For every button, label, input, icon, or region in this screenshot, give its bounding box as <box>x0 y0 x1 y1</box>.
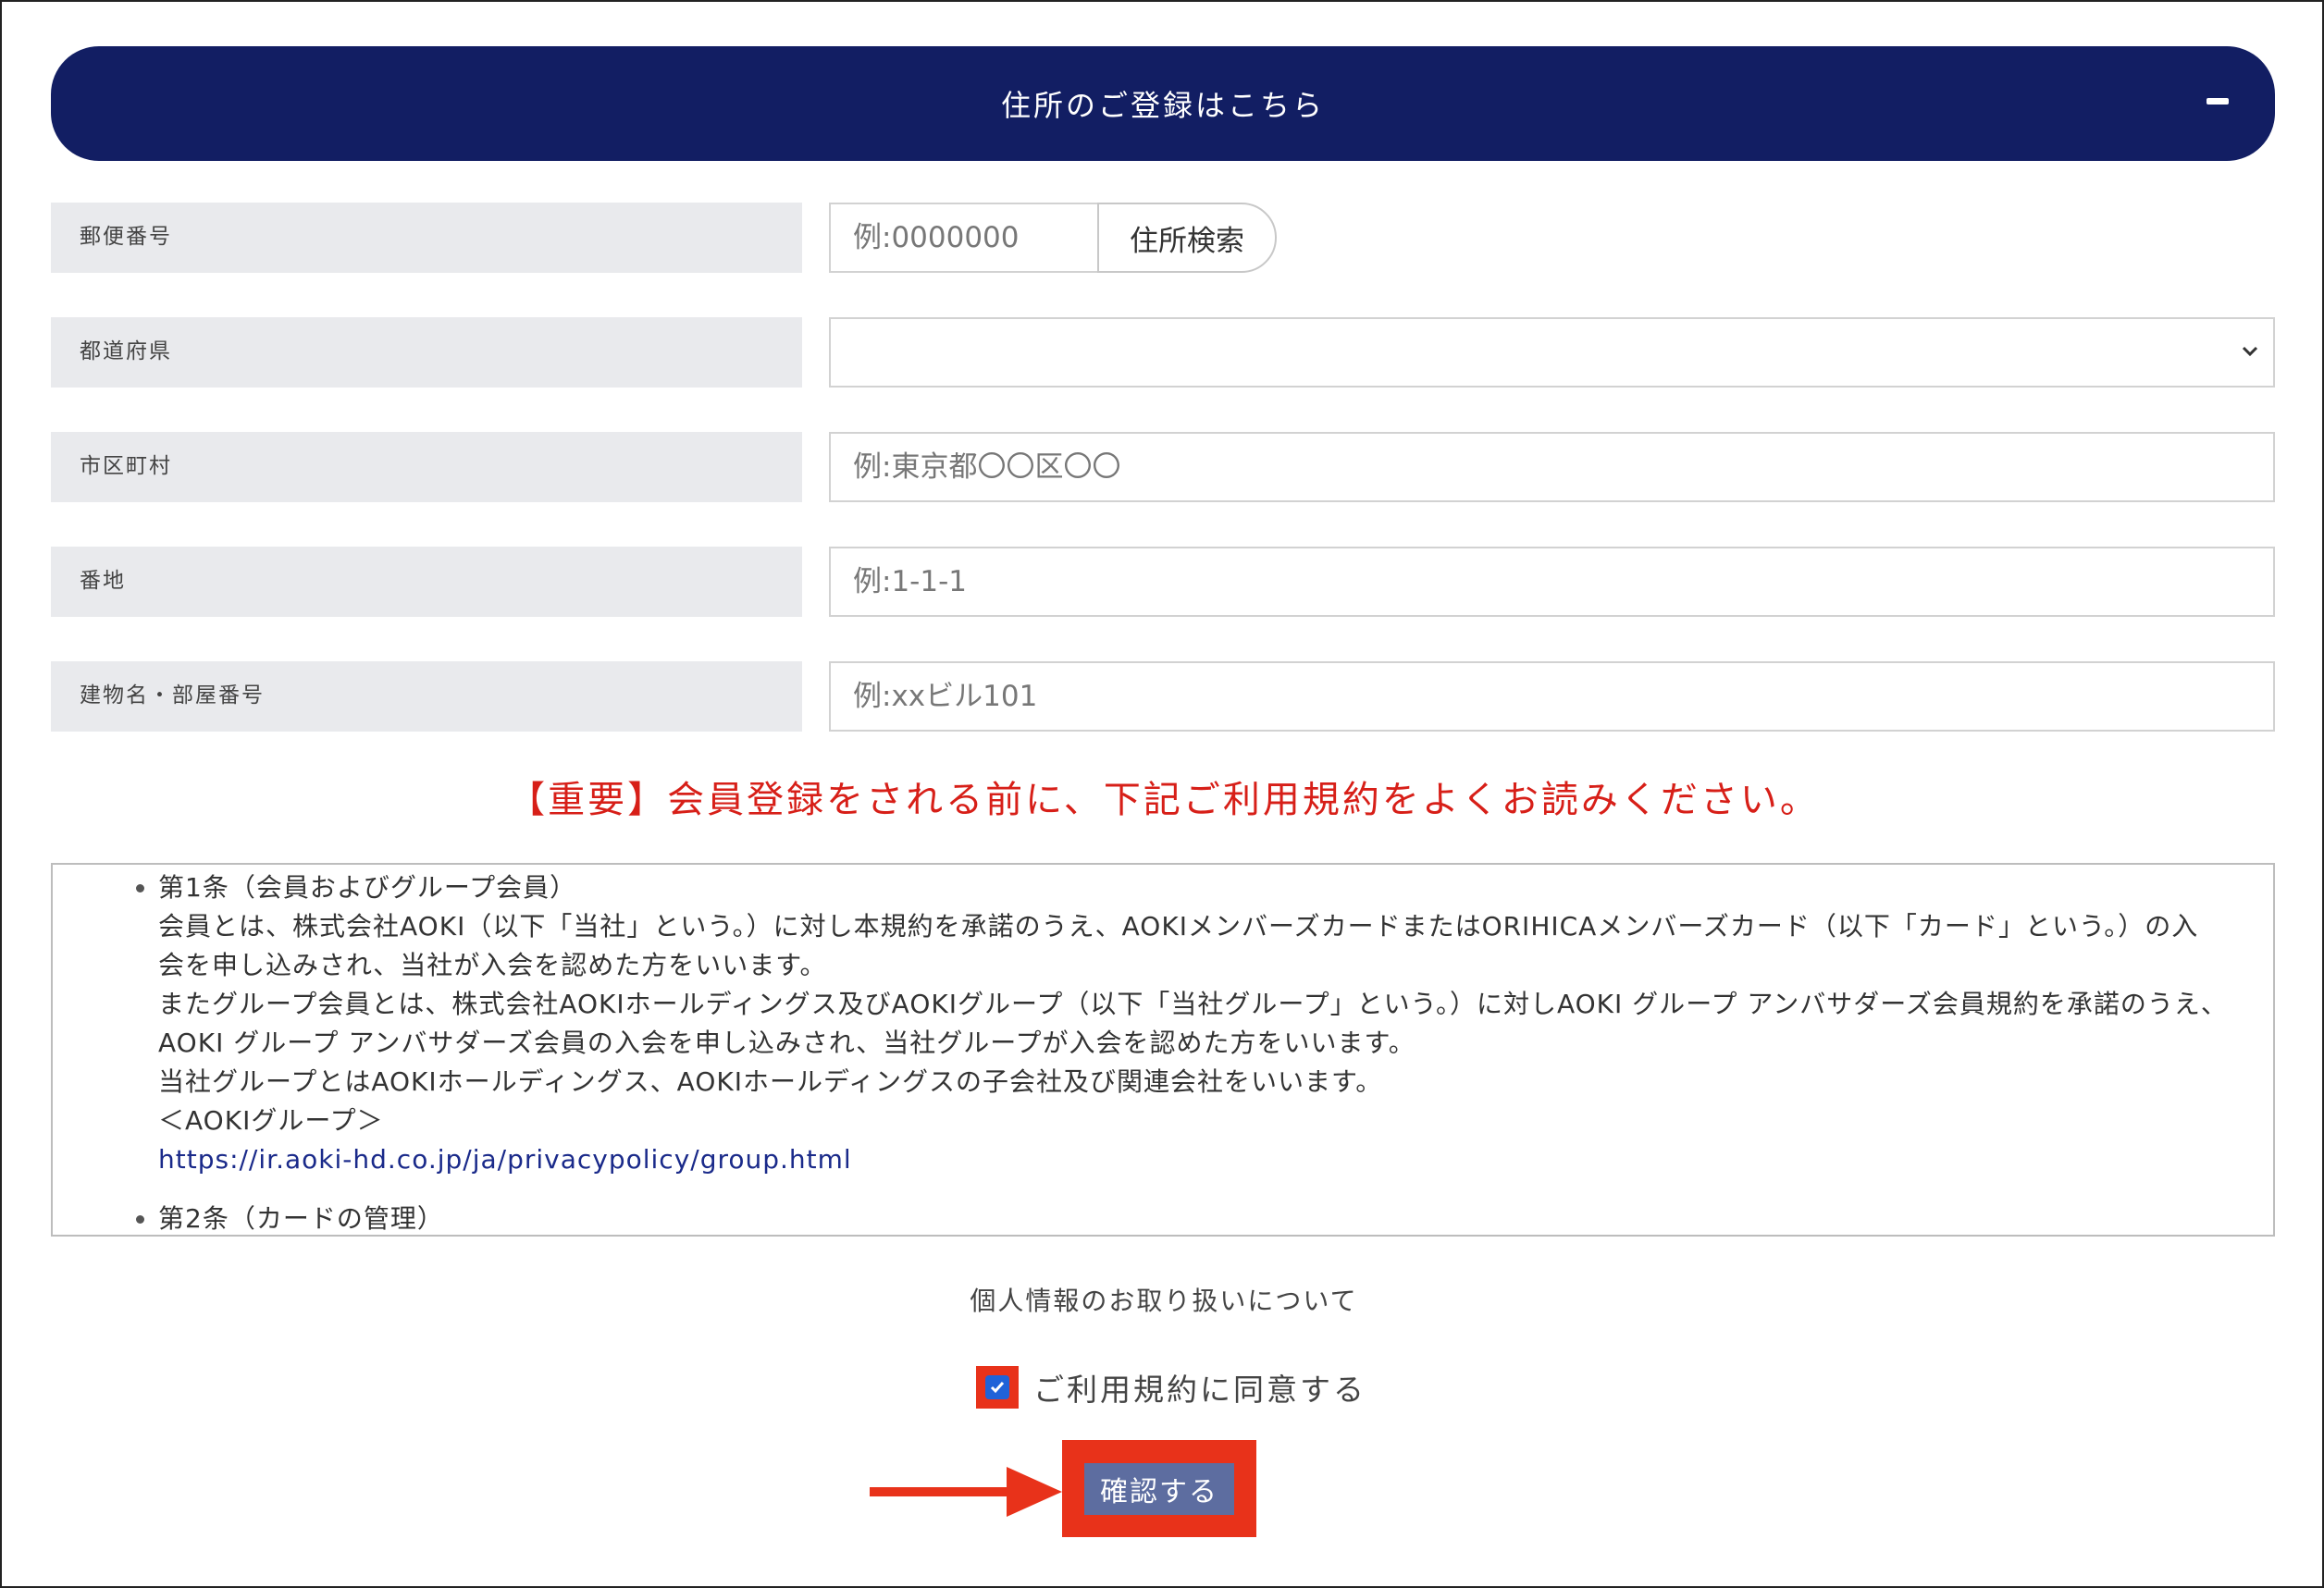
prefecture-row: 都道府県 <box>51 317 2275 389</box>
article-text: AOKI グループ アンバサダーズ会員の入会を申し込みされ、当社グループが入会を… <box>158 1028 1415 1058</box>
confirm-button[interactable]: 確認する <box>1084 1462 1234 1515</box>
city-row: 市区町村 <box>51 432 2275 504</box>
article-text: またグループ会員とは、株式会社AOKIホールディングス及びAOKIグループ（以下… <box>158 989 2228 1019</box>
terms-scroll-box[interactable]: 第1条（会員およびグループ会員） 会員とは、株式会社AOKI（以下「当社」という… <box>51 863 2275 1237</box>
article-text: 当社グループとはAOKIホールディングス、AOKIホールディングスの子会社及び関… <box>158 1066 1383 1097</box>
agree-checkbox-highlight[interactable] <box>976 1366 1019 1409</box>
privacy-policy-link[interactable]: 個人情報のお取り扱いについて <box>2 1281 2324 1318</box>
address-section-title: 住所のご登録はこちら <box>1000 88 1325 123</box>
page-frame: 住所のご登録はこちら 郵便番号 住所検索 都道府県 市区町村 番地 建物名・部屋… <box>0 0 2324 1588</box>
checkmark-icon <box>990 1382 1005 1394</box>
group-policy-link[interactable]: https://ir.aoki-hd.co.jp/ja/privacypolic… <box>158 1140 2236 1179</box>
postal-code-label: 郵便番号 <box>51 203 802 273</box>
agree-label[interactable]: ご利用規約に同意する <box>1033 1365 1366 1410</box>
building-label: 建物名・部屋番号 <box>51 661 802 732</box>
city-label: 市区町村 <box>51 432 802 502</box>
minus-icon[interactable] <box>2207 98 2229 105</box>
agreement-row: ご利用規約に同意する <box>976 1364 1366 1410</box>
building-row: 建物名・部屋番号 <box>51 661 2275 733</box>
agree-checkbox[interactable] <box>985 1375 1009 1399</box>
prefecture-label: 都道府県 <box>51 317 802 388</box>
building-input[interactable] <box>829 661 2275 732</box>
article-text: ＜AOKIグループ＞ <box>158 1105 384 1136</box>
address-section-header[interactable]: 住所のご登録はこちら <box>51 46 2275 161</box>
terms-list: 第1条（会員およびグループ会員） 会員とは、株式会社AOKI（以下「当社」という… <box>53 865 2273 1235</box>
article-text: 会を申し込みされ、当社が入会を認めた方をいいます。 <box>158 950 827 980</box>
city-input[interactable] <box>829 432 2275 502</box>
important-notice: 【重要】会員登録をされる前に、下記ご利用規約をよくお読みください。 <box>508 779 1820 821</box>
postal-code-row: 郵便番号 住所検索 <box>51 203 2275 275</box>
article-title: 第2条（カードの管理） <box>158 1203 444 1234</box>
street-label: 番地 <box>51 547 802 617</box>
chevron-down-icon <box>2242 346 2258 357</box>
prefecture-select[interactable] <box>829 317 2275 388</box>
confirm-button-highlight: 確認する <box>1062 1440 1256 1537</box>
street-row: 番地 <box>51 547 2275 619</box>
terms-article: 第1条（会員およびグループ会員） 会員とは、株式会社AOKI（以下「当社」という… <box>158 868 2236 1179</box>
terms-article: 第2条（カードの管理） <box>158 1200 2236 1235</box>
postal-code-input[interactable] <box>829 203 1097 273</box>
arrow-right-icon <box>870 1467 1062 1517</box>
article-title: 第1条（会員およびグループ会員） <box>158 872 577 903</box>
street-input[interactable] <box>829 547 2275 617</box>
address-search-button[interactable]: 住所検索 <box>1097 203 1277 273</box>
article-text: 会員とは、株式会社AOKI（以下「当社」という。）に対し本規約を承諾のうえ、AO… <box>158 911 2199 942</box>
